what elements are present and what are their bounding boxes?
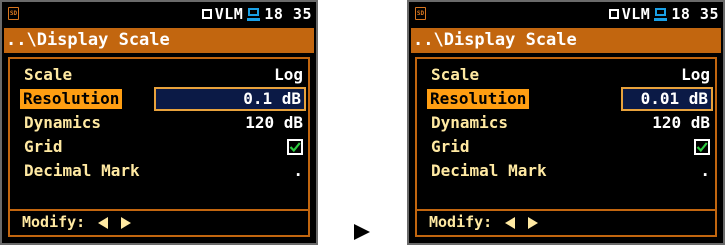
menu-item-scale[interactable]: Scale Log: [24, 63, 303, 87]
menu-item-label: Scale: [431, 65, 480, 84]
grid-checkbox[interactable]: [694, 139, 710, 155]
menu-item-dynamics[interactable]: Dynamics 120 dB: [431, 111, 710, 135]
menu-item-dynamics[interactable]: Dynamics 120 dB: [24, 111, 303, 135]
status-indicators: VLM 18 35: [201, 5, 312, 23]
menu-item-grid[interactable]: Grid: [24, 135, 303, 159]
menu-item-label: Scale: [24, 65, 73, 84]
menu-item-label: Grid: [431, 137, 470, 156]
menu-item-label: Dynamics: [431, 113, 509, 132]
square-icon: [608, 9, 619, 19]
mode-label: VLM: [214, 5, 244, 23]
battery-icon: [247, 7, 261, 21]
menu-item-label: Grid: [24, 137, 63, 156]
checkmark-icon: [696, 142, 708, 153]
right-arrow-icon: [121, 216, 132, 229]
right-arrow-icon: [354, 224, 370, 240]
left-arrow-icon: [505, 216, 516, 229]
resolution-value-field[interactable]: 0.1 dB: [154, 87, 306, 111]
menu-item-label: Decimal Mark: [24, 161, 140, 180]
clock: 18 35: [264, 5, 312, 23]
grid-checkbox[interactable]: [287, 139, 303, 155]
page-title: ..\Display Scale: [411, 28, 721, 53]
menu-item-value: .: [293, 161, 303, 180]
menu-panel: Scale Log Resolution 0.01 dB Dynamics 12…: [415, 57, 717, 237]
battery-icon: [654, 7, 668, 21]
menu-item-decimal-mark[interactable]: Decimal Mark .: [24, 159, 303, 183]
sd-card-icon: SD: [415, 7, 426, 20]
menu-item-resolution[interactable]: Resolution 0.01 dB: [427, 87, 713, 111]
menu-item-value: 120 dB: [245, 113, 303, 132]
menu-item-label: Resolution: [20, 89, 123, 109]
menu-item-value: Log: [681, 65, 710, 84]
menu-panel: Scale Log Resolution 0.1 dB Dynamics 120…: [8, 57, 310, 237]
modify-hint: Modify:: [10, 209, 308, 235]
menu-item-value: .: [700, 161, 710, 180]
menu-item-label: Decimal Mark: [431, 161, 547, 180]
square-icon: [201, 9, 212, 19]
menu-item-decimal-mark[interactable]: Decimal Mark .: [431, 159, 710, 183]
modify-label: Modify:: [22, 213, 86, 231]
menu-item-label: Dynamics: [24, 113, 102, 132]
modify-label: Modify:: [429, 213, 493, 231]
status-bar: SD VLM 18 35: [2, 2, 316, 26]
sd-card-icon: SD: [8, 7, 19, 20]
menu-item-value: 120 dB: [652, 113, 710, 132]
menu-list: Scale Log Resolution 0.1 dB Dynamics 120…: [20, 63, 306, 183]
menu-list: Scale Log Resolution 0.01 dB Dynamics 12…: [427, 63, 713, 183]
modify-hint: Modify:: [417, 209, 715, 235]
status-indicators: VLM 18 35: [608, 5, 719, 23]
screen-after: SD VLM 18 35 ..\Display Scale Scale Log …: [407, 0, 725, 245]
screen-before: SD VLM 18 35 ..\Display Scale Scale Log …: [0, 0, 318, 245]
left-arrow-icon: [98, 216, 109, 229]
menu-item-grid[interactable]: Grid: [431, 135, 710, 159]
menu-item-scale[interactable]: Scale Log: [431, 63, 710, 87]
right-arrow-icon: [528, 216, 539, 229]
checkmark-icon: [289, 142, 301, 153]
clock: 18 35: [671, 5, 719, 23]
resolution-value-field[interactable]: 0.01 dB: [621, 87, 713, 111]
mode-label: VLM: [621, 5, 651, 23]
menu-item-resolution[interactable]: Resolution 0.1 dB: [20, 87, 306, 111]
status-bar: SD VLM 18 35: [409, 2, 723, 26]
menu-item-value: Log: [274, 65, 303, 84]
menu-item-label: Resolution: [427, 89, 530, 109]
page-title: ..\Display Scale: [4, 28, 314, 53]
